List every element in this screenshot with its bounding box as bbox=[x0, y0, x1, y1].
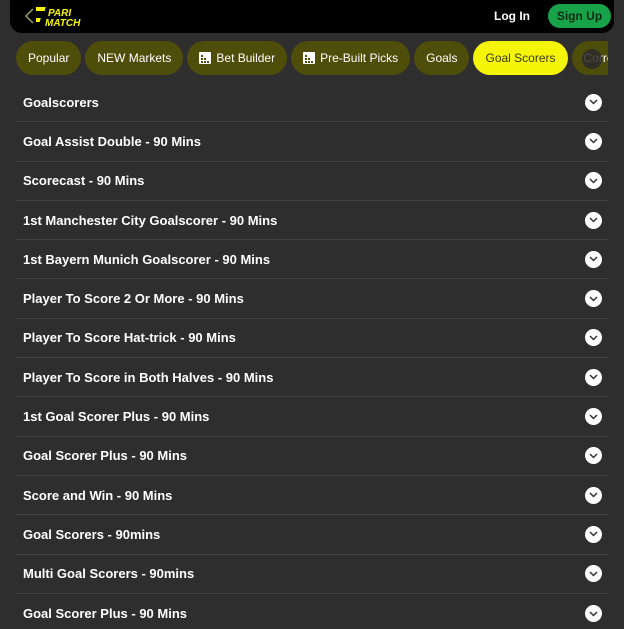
bet-builder-icon bbox=[303, 52, 316, 64]
tab-label: Bet Builder bbox=[216, 51, 276, 65]
market-row[interactable]: Score and Win - 90 Mins bbox=[16, 476, 608, 516]
tab-label: Popular bbox=[28, 51, 70, 65]
chevron-down-icon[interactable] bbox=[585, 172, 602, 190]
tab-popular[interactable]: Popular bbox=[16, 41, 82, 75]
market-row[interactable]: Goal Scorer Plus - 90 Mins bbox=[16, 594, 608, 629]
market-list: Goalscorers Goal Assist Double - 90 Mins S… bbox=[16, 83, 608, 629]
market-row-label: Score and Win - 90 Mins bbox=[23, 487, 173, 503]
chevron-down-icon[interactable] bbox=[585, 408, 602, 426]
market-row-label: Goal Scorers - 90mins bbox=[23, 526, 161, 542]
tab-new-markets[interactable]: NEW Markets bbox=[85, 41, 184, 75]
chevron-down-icon[interactable] bbox=[585, 486, 602, 504]
tab-label: Goals bbox=[426, 51, 458, 65]
tab-goals[interactable]: Goals bbox=[414, 41, 470, 75]
market-row-label: Goal Scorer Plus - 90 Mins bbox=[23, 448, 187, 464]
market-row[interactable]: Goal Scorer Plus - 90 Mins bbox=[16, 437, 608, 476]
chevron-down-icon[interactable] bbox=[585, 132, 602, 150]
chevron-down-icon[interactable] bbox=[585, 290, 602, 308]
market-row[interactable]: Goal Assist Double - 90 Mins bbox=[16, 122, 608, 162]
chevron-down-icon[interactable] bbox=[585, 250, 602, 268]
market-row-label: Goal Scorer Plus - 90 Mins bbox=[23, 606, 187, 621]
chevron-down-icon[interactable] bbox=[585, 368, 602, 386]
market-row[interactable]: Goalscorers bbox=[16, 83, 608, 123]
market-row-label: Player To Score 2 Or More - 90 Mins bbox=[23, 291, 244, 307]
tab-pre-built-picks[interactable]: Pre-Built Picks bbox=[291, 41, 411, 75]
market-row-label: 1st Bayern Munich Goalscorer - 90 Mins bbox=[23, 251, 271, 267]
tab-label: Goal Scorers bbox=[485, 51, 556, 65]
market-row[interactable]: Player To Score 2 Or More - 90 Mins bbox=[16, 279, 608, 319]
market-row-label: Scorecast - 90 Mins bbox=[23, 173, 145, 189]
parimatch-logo[interactable]: PARI MATCH bbox=[36, 6, 96, 28]
signup-button[interactable]: Sign Up bbox=[548, 4, 611, 28]
tab-goal-scorers[interactable]: Goal Scorers bbox=[473, 41, 568, 75]
market-row[interactable]: 1st Goal Scorer Plus - 90 Mins bbox=[16, 397, 608, 437]
login-link[interactable]: Log In bbox=[494, 9, 530, 23]
chevron-down-icon[interactable] bbox=[585, 605, 602, 622]
market-row[interactable]: Player To Score Hat-trick - 90 Mins bbox=[16, 319, 608, 359]
market-row[interactable]: Player To Score in Both Halves - 90 Mins bbox=[16, 358, 608, 398]
tab-label: Pre-Built Picks bbox=[320, 51, 399, 65]
market-row-label: Player To Score Hat-trick - 90 Mins bbox=[23, 330, 236, 346]
market-row-label: Goalscorers bbox=[23, 94, 99, 110]
market-row-label: Goal Assist Double - 90 Mins bbox=[23, 133, 201, 149]
market-row[interactable]: Goal Scorers - 90mins bbox=[16, 515, 608, 555]
chevron-down-icon[interactable] bbox=[585, 211, 602, 229]
market-row-label: 1st Goal Scorer Plus - 90 Mins bbox=[23, 409, 210, 425]
chevron-down-icon[interactable] bbox=[585, 329, 602, 347]
chevron-down-icon[interactable] bbox=[585, 565, 602, 583]
top-header: PARI MATCH Log In Sign Up bbox=[10, 0, 614, 33]
back-chevron-icon[interactable] bbox=[22, 7, 36, 25]
market-row[interactable]: Multi Goal Scorers - 90mins bbox=[16, 555, 608, 594]
market-category-tabs: Popular NEW Markets Bet Builder Pre-Built P… bbox=[16, 41, 608, 75]
tab-bet-builder[interactable]: Bet Builder bbox=[187, 41, 288, 75]
bet-builder-icon bbox=[199, 52, 212, 64]
market-row-label: Player To Score in Both Halves - 90 Mins bbox=[23, 369, 274, 385]
chevron-down-icon[interactable] bbox=[585, 525, 602, 543]
market-row[interactable]: 1st Manchester City Goalscorer - 90 Mins bbox=[16, 201, 608, 241]
market-row[interactable]: 1st Bayern Munich Goalscorer - 90 Mins bbox=[16, 240, 608, 280]
tabs-scroll-right-button[interactable] bbox=[582, 49, 602, 69]
market-row-label: Multi Goal Scorers - 90mins bbox=[23, 566, 195, 582]
logo-text-line2: MATCH bbox=[45, 18, 81, 28]
chevron-down-icon[interactable] bbox=[585, 447, 602, 465]
market-row-label: 1st Manchester City Goalscorer - 90 Mins bbox=[23, 212, 278, 228]
market-row[interactable]: Scorecast - 90 Mins bbox=[16, 162, 608, 201]
tab-label: NEW Markets bbox=[97, 51, 172, 65]
chevron-down-icon[interactable] bbox=[585, 93, 602, 111]
